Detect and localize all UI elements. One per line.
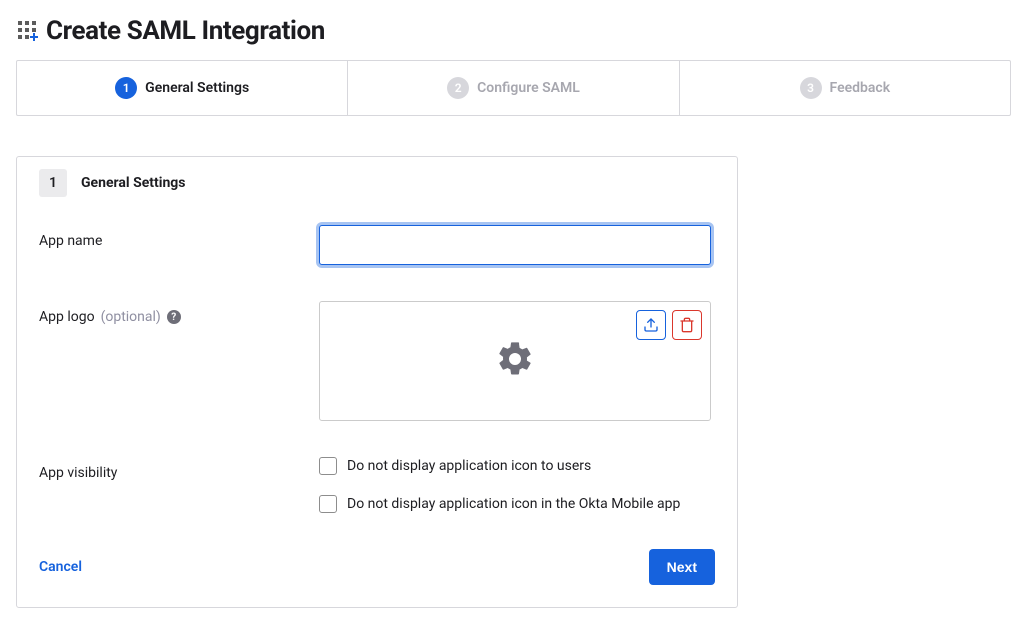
app-name-label: App name (39, 225, 319, 249)
upload-logo-button[interactable] (636, 310, 666, 340)
step-general-settings[interactable]: 1 General Settings (17, 61, 348, 115)
app-logo-dropzone[interactable] (319, 301, 711, 421)
step-label: Feedback (830, 80, 891, 96)
step-configure-saml[interactable]: 2 Configure SAML (348, 61, 679, 115)
step-label: General Settings (145, 80, 249, 96)
panel-number: 1 (39, 169, 67, 197)
help-icon[interactable]: ? (167, 310, 181, 324)
checkbox-box (319, 495, 337, 513)
wizard-steps: 1 General Settings 2 Configure SAML 3 Fe… (16, 60, 1011, 116)
general-settings-panel: 1 General Settings App name App logo (op… (16, 156, 738, 608)
step-number: 3 (800, 77, 822, 99)
step-number: 1 (115, 77, 137, 99)
app-grid-icon (16, 19, 40, 43)
step-feedback[interactable]: 3 Feedback (680, 61, 1010, 115)
delete-logo-button[interactable] (672, 310, 702, 340)
visibility-hide-mobile-checkbox[interactable]: Do not display application icon in the O… (319, 495, 680, 513)
cancel-button[interactable]: Cancel (39, 559, 82, 575)
page-title: Create SAML Integration (46, 16, 325, 46)
panel-title: General Settings (81, 175, 186, 191)
step-number: 2 (447, 77, 469, 99)
app-name-input[interactable] (319, 225, 711, 265)
app-logo-label: App logo (optional) ? (39, 301, 319, 325)
app-visibility-label: App visibility (39, 457, 319, 481)
step-label: Configure SAML (477, 80, 580, 96)
visibility-hide-users-checkbox[interactable]: Do not display application icon to users (319, 457, 591, 475)
checkbox-box (319, 457, 337, 475)
gear-icon (495, 339, 535, 383)
